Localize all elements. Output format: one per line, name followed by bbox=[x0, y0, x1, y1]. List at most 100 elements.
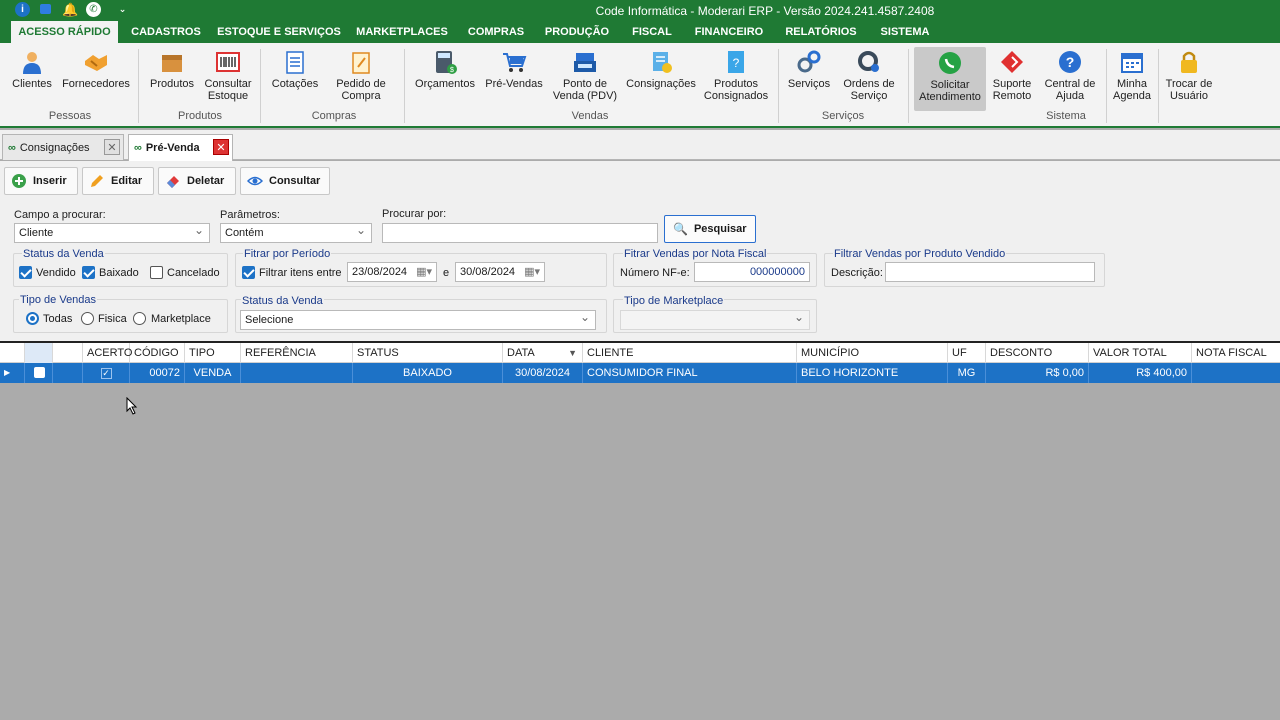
col-header-codigo[interactable]: CÓDIGO bbox=[130, 343, 185, 363]
tab-cadastros[interactable]: CADASTROS bbox=[127, 21, 205, 43]
consultar-estoque-button[interactable]: Consultar Estoque bbox=[202, 49, 254, 111]
cancelado-label: Cancelado bbox=[167, 267, 220, 279]
trocar-usuario-button[interactable]: Trocar de Usuário bbox=[1162, 49, 1216, 111]
tipo-marketplace-select[interactable] bbox=[620, 310, 810, 330]
fornecedores-button[interactable]: Fornecedores bbox=[60, 49, 132, 111]
cart-icon bbox=[503, 53, 527, 72]
pencil-icon bbox=[91, 175, 103, 187]
tab-sistema[interactable]: SISTEMA bbox=[872, 21, 938, 43]
produtos-button[interactable]: Produtos bbox=[146, 49, 198, 111]
col-header-municipio[interactable]: MUNICÍPIO bbox=[797, 343, 948, 363]
col-header-cliente[interactable]: CLIENTE bbox=[583, 343, 797, 363]
calculator-icon: $ bbox=[436, 51, 457, 74]
pedido-compra-button[interactable]: Pedido de Compra bbox=[330, 49, 392, 111]
tab-estoque-servicos[interactable]: ESTOQUE E SERVIÇOS bbox=[214, 21, 344, 43]
parametros-select[interactable]: Contém bbox=[220, 223, 372, 243]
tipo-marketplace-title: Tipo de Marketplace bbox=[623, 295, 725, 307]
cotacoes-button[interactable]: Cotações bbox=[268, 49, 322, 111]
user-icon bbox=[23, 52, 41, 74]
row-select-checkbox[interactable] bbox=[34, 367, 45, 378]
data-inicio-picker[interactable]: 23/08/2024 ▦▾ bbox=[347, 262, 437, 282]
fisica-radio[interactable] bbox=[81, 312, 94, 325]
col-header-status[interactable]: STATUS bbox=[353, 343, 503, 363]
nf-input[interactable]: 000000000 bbox=[694, 262, 810, 282]
descricao-input[interactable] bbox=[885, 262, 1095, 282]
inserir-button[interactable]: Inserir bbox=[4, 167, 78, 195]
tab-fiscal[interactable]: FISCAL bbox=[626, 21, 678, 43]
group-separator bbox=[778, 49, 779, 123]
minha-agenda-button[interactable]: Minha Agenda bbox=[1110, 49, 1154, 111]
orcamentos-button[interactable]: $ Orçamentos bbox=[414, 49, 476, 111]
status-venda-select[interactable]: Selecione bbox=[240, 310, 596, 330]
suporte-remoto-button[interactable]: Suporte Remoto bbox=[988, 49, 1036, 111]
baixado-checkbox[interactable] bbox=[82, 266, 95, 279]
close-tab-icon[interactable]: ✕ bbox=[213, 139, 229, 155]
group-label-produtos: Produtos bbox=[177, 110, 223, 122]
ribbon-panel: Clientes Fornecedores Pessoas Produtos C… bbox=[0, 43, 1280, 128]
table-row[interactable]: ▶ ✓ 00072 VENDA BAIXADO 30/08/2024 CONSU… bbox=[0, 363, 1280, 383]
campo-select[interactable]: Cliente bbox=[14, 223, 210, 243]
data-fim-picker[interactable]: 30/08/2024 ▦▾ bbox=[455, 262, 545, 282]
produtos-consignados-button[interactable]: ? Produtos Consignados bbox=[702, 49, 770, 111]
filtrar-itens-checkbox[interactable] bbox=[242, 266, 255, 279]
procurar-input[interactable] bbox=[382, 223, 658, 243]
tab-marketplaces[interactable]: MARKETPLACES bbox=[354, 21, 450, 43]
tab-compras[interactable]: COMPRAS bbox=[462, 21, 530, 43]
status-venda-title: Status da Venda bbox=[22, 248, 105, 260]
vendido-label: Vendido bbox=[36, 267, 76, 279]
row-indicator-icon: ▶ bbox=[0, 363, 25, 383]
nota-fiscal-title: Fitrar Vendas por Nota Fiscal bbox=[623, 248, 768, 260]
col-header-uf[interactable]: UF bbox=[948, 343, 986, 363]
central-ajuda-button[interactable]: ? Central de Ajuda bbox=[1042, 49, 1098, 111]
tab-relatorios[interactable]: RELATÓRIOS bbox=[780, 21, 862, 43]
col-header-tipo[interactable]: TIPO bbox=[185, 343, 241, 363]
group-separator bbox=[908, 49, 909, 123]
tab-producao[interactable]: PRODUÇÃO bbox=[540, 21, 614, 43]
deletar-button[interactable]: Deletar bbox=[158, 167, 236, 195]
solicitar-atendimento-button[interactable]: Solicitar Atendimento bbox=[914, 47, 986, 111]
servicos-button[interactable]: Serviços bbox=[784, 49, 834, 111]
status-venda-2-title: Status da Venda bbox=[241, 295, 324, 307]
col-header-desconto[interactable]: DESCONTO bbox=[986, 343, 1089, 363]
pesquisar-button[interactable]: 🔍 Pesquisar bbox=[664, 215, 756, 243]
col-header-valor-total[interactable]: VALOR TOTAL bbox=[1089, 343, 1192, 363]
group-separator bbox=[138, 49, 139, 123]
box-icon bbox=[162, 55, 182, 72]
col-header-data[interactable]: DATA ▼ bbox=[503, 343, 583, 363]
title-bar: i 🔔 ✆ ⌄ Code Informática - Moderari ERP … bbox=[0, 0, 1280, 21]
svg-text:$: $ bbox=[450, 67, 454, 74]
tab-financeiro[interactable]: FINANCEIRO bbox=[688, 21, 770, 43]
pre-vendas-button[interactable]: Pré-Vendas bbox=[484, 49, 544, 111]
todas-radio[interactable] bbox=[26, 312, 39, 325]
ordens-servico-button[interactable]: Ordens de Serviço bbox=[838, 49, 900, 111]
col-header-acerto[interactable]: ACERTO bbox=[83, 343, 132, 363]
referencia-cell bbox=[241, 363, 353, 383]
pre-venda-panel: Inserir Editar Deletar Consultar Campo a… bbox=[0, 161, 1280, 341]
group-separator bbox=[404, 49, 405, 123]
clientes-button[interactable]: Clientes bbox=[8, 49, 56, 111]
group-label-servicos: Serviços bbox=[821, 110, 865, 122]
calendar-icon bbox=[1121, 53, 1143, 73]
col-header-nota-fiscal[interactable]: NOTA FISCAL bbox=[1192, 343, 1280, 363]
search-icon: 🔍 bbox=[673, 222, 688, 236]
consultar-button[interactable]: Consultar bbox=[240, 167, 330, 195]
cancelado-checkbox[interactable] bbox=[150, 266, 163, 279]
tab-acesso-rapido[interactable]: ACESSO RÁPIDO bbox=[10, 21, 118, 43]
editar-button[interactable]: Editar bbox=[82, 167, 154, 195]
doc-tab-pre-venda[interactable]: ∞ Pré-Venda ✕ bbox=[128, 134, 233, 161]
group-separator bbox=[1158, 49, 1159, 123]
select-column-header[interactable] bbox=[25, 343, 53, 363]
close-tab-icon[interactable]: ✕ bbox=[104, 139, 120, 155]
vendido-checkbox[interactable] bbox=[19, 266, 32, 279]
marketplace-radio[interactable] bbox=[133, 312, 146, 325]
document-tabs: ∞ Consignações ✕ ∞ Pré-Venda ✕ bbox=[0, 130, 1280, 161]
group-separator bbox=[1106, 49, 1107, 123]
acerto-cell[interactable]: ✓ bbox=[83, 363, 130, 383]
consignacoes-button[interactable]: Consignações bbox=[626, 49, 696, 111]
eraser-icon bbox=[167, 176, 179, 188]
row-select-cell[interactable] bbox=[25, 363, 53, 383]
doc-tab-consignacoes[interactable]: ∞ Consignações ✕ bbox=[2, 134, 124, 160]
col-header-referencia[interactable]: REFERÊNCIA bbox=[241, 343, 353, 363]
acerto-check-icon: ✓ bbox=[100, 368, 112, 379]
pdv-button[interactable]: Ponto de Venda (PDV) bbox=[552, 49, 618, 111]
